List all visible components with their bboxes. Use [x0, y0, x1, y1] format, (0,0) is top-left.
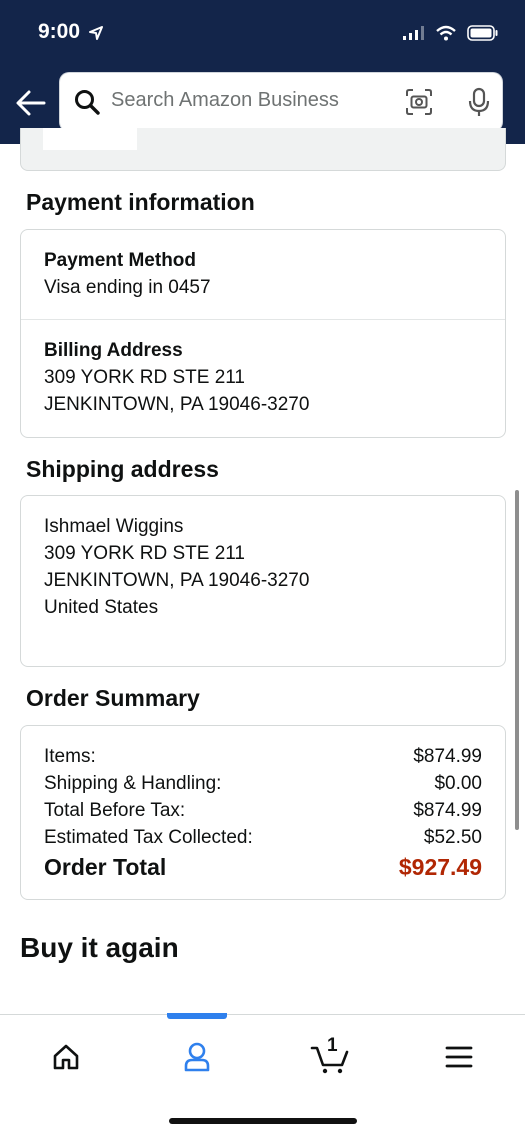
payment-method-title: Payment Method — [44, 250, 197, 271]
order-total-label: Order Total — [44, 854, 167, 880]
tab-cart[interactable]: 1 — [308, 1035, 352, 1077]
shipping-address-line: 309 YORK RD STE 211 — [44, 543, 246, 564]
summary-row: Items: $874.99 — [44, 743, 482, 770]
summary-value: $52.50 — [423, 827, 482, 848]
order-summary-card: Items: $874.99 Shipping & Handling: $0.0… — [20, 725, 506, 900]
order-total-value: $927.49 — [398, 854, 482, 880]
home-icon — [53, 1044, 79, 1070]
payment-method-value: Visa ending in 0457 — [44, 277, 211, 298]
order-summary-heading: Order Summary — [26, 685, 200, 711]
search-placeholder: Search Amazon Business — [111, 89, 339, 111]
mic-icon[interactable] — [467, 87, 491, 117]
previous-item-card — [20, 128, 506, 171]
wifi-icon — [436, 25, 456, 41]
status-icons — [403, 22, 499, 44]
summary-row: Estimated Tax Collected: $52.50 — [44, 824, 482, 851]
back-arrow-icon[interactable] — [14, 86, 48, 120]
order-total-row: Order Total $927.49 — [44, 851, 482, 883]
summary-label: Estimated Tax Collected: — [44, 827, 253, 848]
buy-again-heading: Buy it again — [20, 932, 179, 963]
home-indicator — [169, 1118, 357, 1124]
payment-card: Payment Method Visa ending in 0457 Billi… — [20, 229, 506, 438]
signal-icon — [403, 26, 424, 40]
billing-address-line: 309 YORK RD STE 211 — [44, 367, 246, 388]
shipping-name: Ishmael Wiggins — [44, 516, 184, 537]
summary-label: Shipping & Handling: — [44, 773, 222, 794]
status-time: 9:00 — [38, 20, 81, 43]
scrollbar[interactable] — [515, 490, 519, 830]
search-input[interactable]: Search Amazon Business — [60, 73, 502, 131]
payment-divider — [21, 319, 505, 320]
payment-heading: Payment information — [26, 189, 255, 215]
battery-icon — [467, 25, 498, 41]
account-icon — [184, 1042, 210, 1072]
summary-row: Total Before Tax: $874.99 — [44, 797, 482, 824]
shipping-country: United States — [44, 597, 159, 618]
menu-icon — [445, 1046, 473, 1068]
tab-home[interactable] — [46, 1037, 86, 1077]
search-icon — [75, 90, 100, 115]
app-header: 9:00 Search Amazon Business — [0, 0, 525, 144]
summary-label: Items: — [44, 746, 96, 767]
summary-value: $874.99 — [413, 800, 482, 821]
shipping-card: Ishmael Wiggins 309 YORK RD STE 211 JENK… — [20, 495, 506, 667]
camera-icon[interactable] — [405, 88, 433, 116]
previous-item-image — [43, 128, 137, 150]
summary-value: $874.99 — [413, 746, 482, 767]
summary-label: Total Before Tax: — [44, 800, 186, 821]
location-arrow-icon — [89, 26, 103, 40]
billing-address-line: JENKINTOWN, PA 19046-3270 — [44, 394, 310, 415]
active-tab-indicator — [167, 1013, 227, 1019]
shipping-address-line: JENKINTOWN, PA 19046-3270 — [44, 570, 310, 591]
summary-value: $0.00 — [434, 773, 482, 794]
cart-count-badge: 1 — [327, 1035, 338, 1056]
shipping-heading: Shipping address — [26, 456, 219, 482]
billing-address-title: Billing Address — [44, 340, 183, 361]
tab-account[interactable] — [177, 1037, 217, 1077]
summary-row: Shipping & Handling: $0.00 — [44, 770, 482, 797]
tab-menu[interactable] — [439, 1037, 479, 1077]
